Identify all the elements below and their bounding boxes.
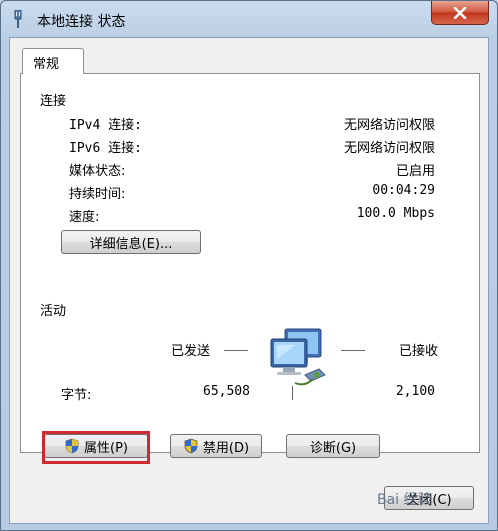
details-button[interactable]: 详细信息(E)... [61, 230, 201, 254]
status-dialog-window: 本地连接 状态 常规 连接 IPv4 连接: 无网络访问权限 IPv6 连接: … [0, 0, 498, 531]
network-computers-icon [270, 328, 326, 386]
window-title: 本地连接 状态 [37, 14, 126, 30]
dialog-client-area: 常规 连接 IPv4 连接: 无网络访问权限 IPv6 连接: 无网络访问权限 … [9, 37, 489, 524]
ipv6-value: 无网络访问权限 [343, 141, 435, 156]
ipv4-value: 无网络访问权限 [343, 118, 435, 133]
activity-group-label: 活动 [40, 304, 67, 319]
connection-group-label: 连接 [40, 94, 67, 109]
bytes-divider [292, 386, 293, 400]
bytes-sent-value: 65,508 [203, 384, 250, 399]
activity-group-divider [77, 309, 469, 310]
close-icon [453, 6, 467, 19]
tab-general-label: 常规 [33, 57, 60, 72]
highlight-annotation [42, 431, 150, 464]
uac-shield-icon [184, 438, 198, 454]
received-label: 已接收 [399, 344, 439, 359]
bytes-label: 字节: [61, 388, 92, 403]
watermark-logo: Bai 经验 [377, 492, 432, 508]
tab-general[interactable]: 常规 [22, 48, 84, 74]
speed-label: 速度: [69, 210, 100, 225]
network-connection-icon [14, 10, 22, 28]
media-state-value: 已启用 [395, 164, 435, 179]
sent-line [224, 350, 248, 351]
disable-button-label: 禁用(D) [202, 440, 250, 456]
ipv6-label: IPv6 连接: [69, 141, 142, 156]
title-bar[interactable]: 本地连接 状态 [1, 1, 497, 37]
connection-group-divider [77, 99, 469, 100]
ipv4-label: IPv4 连接: [69, 118, 142, 133]
received-line [341, 350, 365, 351]
media-state-label: 媒体状态: [69, 164, 126, 179]
close-window-button[interactable] [431, 1, 489, 25]
general-tab-panel: 连接 IPv4 连接: 无网络访问权限 IPv6 连接: 无网络访问权限 媒体状… [20, 73, 480, 453]
disable-button[interactable]: 禁用(D) [170, 434, 262, 458]
speed-value: 100.0 Mbps [356, 206, 435, 221]
diagnose-button-label: 诊断(G) [309, 440, 357, 456]
diagnose-button[interactable]: 诊断(G) [286, 434, 380, 458]
sent-label: 已发送 [171, 344, 211, 359]
details-button-label: 详细信息(E)... [89, 236, 173, 252]
duration-value: 00:04:29 [372, 183, 435, 198]
bytes-received-value: 2,100 [395, 384, 435, 399]
duration-label: 持续时间: [69, 187, 126, 202]
